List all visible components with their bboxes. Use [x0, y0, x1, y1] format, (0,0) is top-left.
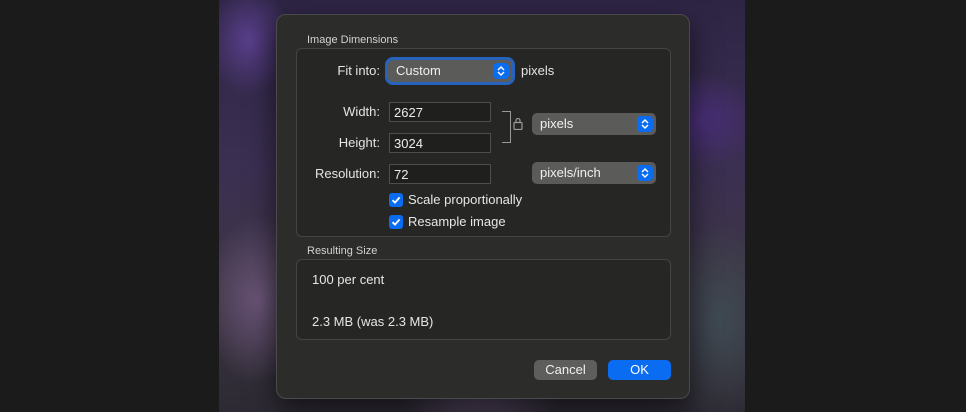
constrain-bracket	[502, 111, 511, 143]
chevron-updown-icon	[637, 116, 653, 132]
cancel-button[interactable]: Cancel	[534, 360, 597, 380]
size-unit-value: pixels	[540, 116, 574, 131]
resolution-label: Resolution:	[314, 166, 380, 181]
resulting-size-title: Resulting Size	[307, 245, 378, 257]
width-field[interactable]: 2627	[389, 102, 491, 122]
width-label: Width:	[343, 104, 380, 119]
resample-image-checkbox[interactable]	[389, 215, 403, 229]
fit-into-value: Custom	[396, 63, 441, 78]
fit-into-popup[interactable]: Custom	[388, 60, 512, 82]
checkmark-icon	[391, 196, 401, 204]
checkmark-icon	[391, 218, 401, 226]
image-dimensions-title: Image Dimensions	[307, 34, 399, 46]
resolution-unit-popup[interactable]: pixels/inch	[532, 162, 656, 184]
resolution-field[interactable]: 72	[389, 164, 491, 184]
resulting-size-group: 100 per cent 2.3 MB (was 2.3 MB)	[296, 259, 671, 340]
adjust-size-dialog: Image Dimensions Fit into: Custom pixels…	[276, 14, 690, 399]
ok-button[interactable]: OK	[608, 360, 671, 380]
lock-icon[interactable]	[513, 117, 523, 135]
fit-into-label: Fit into:	[337, 63, 380, 78]
scale-proportionally-label[interactable]: Scale proportionally	[408, 192, 522, 207]
fit-into-unit: pixels	[521, 63, 555, 78]
height-field[interactable]: 3024	[389, 133, 491, 153]
scale-proportionally-checkbox[interactable]	[389, 193, 403, 207]
resolution-unit-value: pixels/inch	[540, 165, 601, 180]
resulting-file-size: 2.3 MB (was 2.3 MB)	[312, 314, 434, 329]
resulting-percent: 100 per cent	[312, 272, 385, 287]
image-dimensions-group: Fit into: Custom pixels Width: 2627 Heig…	[296, 48, 671, 237]
size-unit-popup[interactable]: pixels	[532, 113, 656, 135]
chevron-updown-icon	[493, 63, 509, 79]
chevron-updown-icon	[637, 165, 653, 181]
resample-image-label[interactable]: Resample image	[408, 214, 506, 229]
height-label: Height:	[338, 135, 380, 150]
